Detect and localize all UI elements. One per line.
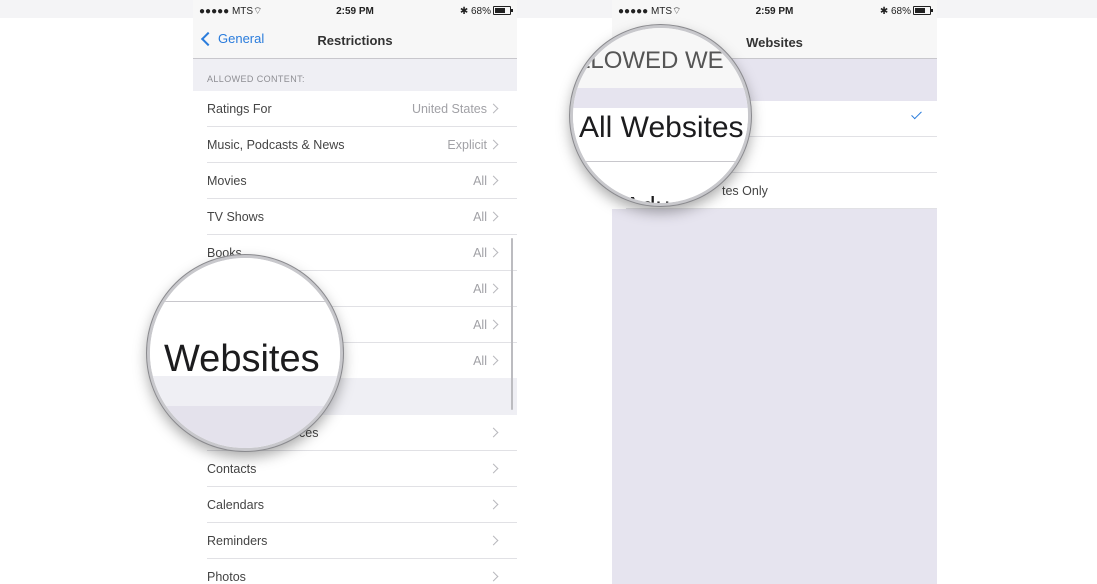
row-label: Photos xyxy=(207,570,246,584)
chevron-right-icon xyxy=(488,463,499,474)
battery-icon xyxy=(493,6,513,15)
photos-row[interactable]: Photos xyxy=(207,559,517,584)
nav-bar: General Restrictions xyxy=(193,20,517,59)
row-value: All xyxy=(473,354,487,368)
row-value: Explicit xyxy=(447,138,487,152)
battery-indicator: ✱ 68% xyxy=(879,6,933,17)
chevron-right-icon xyxy=(488,499,499,510)
websites-magnifier: Websites xyxy=(147,255,343,451)
status-bar: ●●●●● MTS ⌔ 2:59 PM ✱ 68% xyxy=(612,0,937,20)
row-label: Movies xyxy=(207,174,247,188)
row-value: All xyxy=(473,318,487,332)
row-value: All xyxy=(473,174,487,188)
chevron-right-icon xyxy=(488,427,499,438)
contacts-row[interactable]: Contacts xyxy=(207,451,517,487)
bluetooth-icon: ✱ xyxy=(879,6,889,17)
reminders-row[interactable]: Reminders xyxy=(207,523,517,559)
battery-icon xyxy=(913,6,933,15)
battery-percent: 68% xyxy=(470,6,491,17)
scroll-indicator[interactable] xyxy=(511,238,513,410)
row-label: Music, Podcasts & News xyxy=(207,138,345,152)
row-label: Calendars xyxy=(207,498,264,512)
status-bar: ●●●●● MTS ⌔ 2:59 PM ✱ 68% xyxy=(193,0,517,20)
row-value: All xyxy=(473,210,487,224)
row-value: United States xyxy=(411,102,487,116)
row-label: Ratings For xyxy=(207,102,272,116)
music-podcasts-news-row[interactable]: Music, Podcasts & News Explicit xyxy=(207,127,517,163)
battery-indicator: ✱ 68% xyxy=(459,6,513,17)
movies-row[interactable]: Movies All xyxy=(207,163,517,199)
section-header-allowed-content: ALLOWED CONTENT: xyxy=(207,74,305,84)
chevron-right-icon xyxy=(488,283,499,294)
battery-percent: 68% xyxy=(890,6,911,17)
chevron-right-icon xyxy=(488,211,499,222)
checkmark-icon xyxy=(911,108,922,120)
tv-shows-row[interactable]: TV Shows All xyxy=(207,199,517,235)
magnified-section-header: LLOWED WE xyxy=(577,47,724,74)
calendars-row[interactable]: Calendars xyxy=(207,487,517,523)
row-label: Contacts xyxy=(207,462,257,476)
magnified-websites-label: Websites xyxy=(164,338,320,380)
chevron-right-icon xyxy=(488,139,499,150)
bluetooth-icon: ✱ xyxy=(459,6,469,17)
ratings-for-row[interactable]: Ratings For United States xyxy=(207,91,517,127)
all-websites-magnifier: LLOWED WE All Websites it Adu xyxy=(570,25,751,206)
row-value: All xyxy=(473,282,487,296)
chevron-right-icon xyxy=(488,103,499,114)
chevron-right-icon xyxy=(488,319,499,330)
chevron-right-icon xyxy=(488,535,499,546)
magnified-all-websites-label: All Websites xyxy=(579,111,744,144)
chevron-right-icon xyxy=(488,175,499,186)
row-label: Reminders xyxy=(207,534,268,548)
row-value: All xyxy=(473,246,487,260)
chevron-right-icon xyxy=(488,571,499,582)
chevron-right-icon xyxy=(488,247,499,258)
page-title: Restrictions xyxy=(317,33,393,48)
row-label: TV Shows xyxy=(207,210,264,224)
chevron-right-icon xyxy=(488,355,499,366)
